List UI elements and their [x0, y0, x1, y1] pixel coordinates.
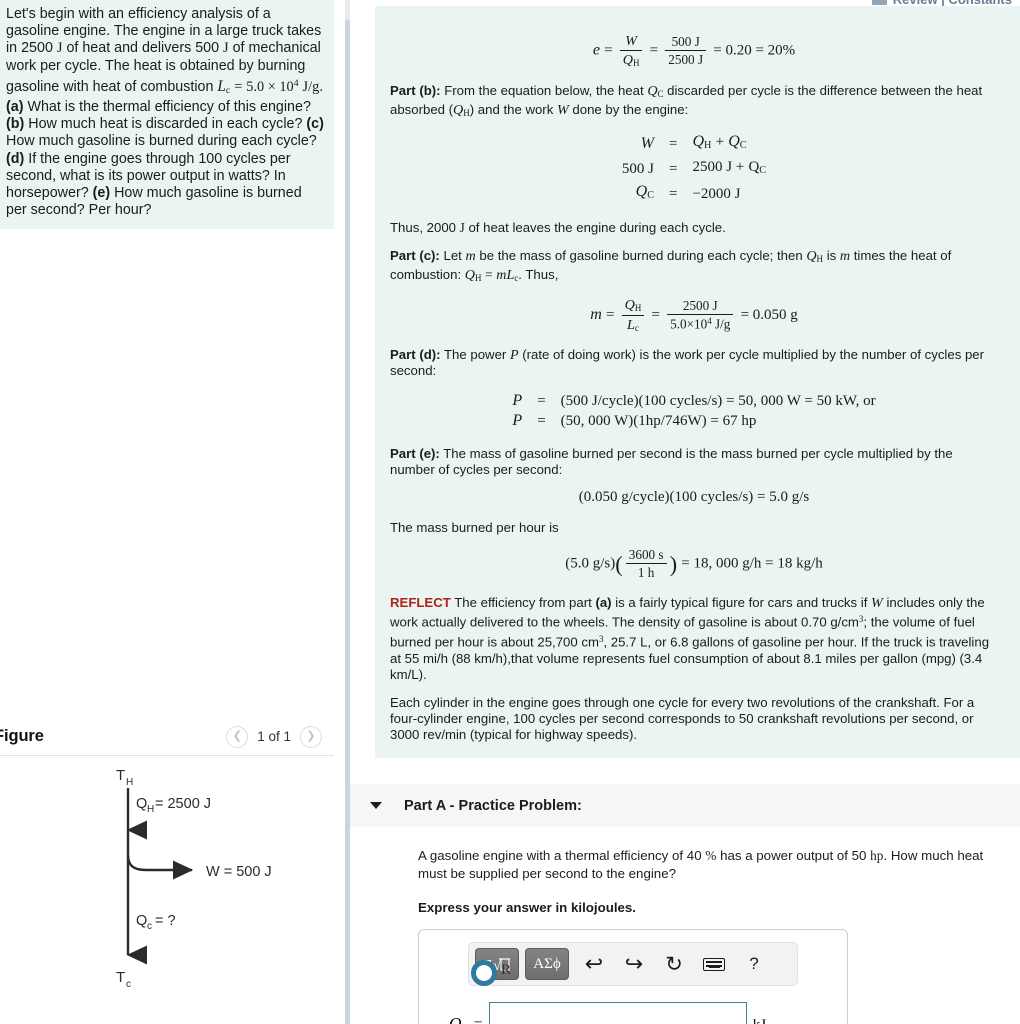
answer-input[interactable] — [488, 1002, 747, 1024]
answer-variable-label: QH = — [449, 1013, 483, 1024]
label-work: W = 500 J — [206, 864, 272, 880]
thus-paragraph: Thus, 2000 J of heat leaves the engine d… — [390, 220, 726, 236]
equation-mass-per-hour: (5.0 g/s)(3600 s1 h) = 18, 000 g/h = 18 … — [565, 547, 823, 581]
label-qc: Q — [136, 913, 147, 929]
problem-lead-text: Let's begin with an efficiency analysis … — [6, 6, 324, 96]
eq-row: 500 J = 2500 J + QC — [621, 158, 767, 178]
part-c-text-3: is — [823, 247, 840, 263]
reset-circular-arrow-icon[interactable]: ↻ — [655, 948, 693, 980]
equation-mass: m = QH Lc = 2500 J 5.0×104 J/g = 0.050 g — [590, 297, 798, 333]
eq-row: P = (50, 000 W)(1hp/746W) = 67 hp — [512, 412, 757, 430]
physics-problem-page: Let's begin with an efficiency analysis … — [0, 0, 1020, 1024]
part-c-text-1: Let — [439, 247, 466, 263]
part-c-text-2: be the mass of gasoline burned during ea… — [475, 247, 807, 263]
greek-symbols-button[interactable]: ΑΣϕ — [525, 948, 569, 980]
answer-input-row: QH = kJ — [419, 986, 847, 1024]
answer-unit-label: kJ — [753, 1017, 766, 1024]
label-qh: Q — [136, 796, 147, 812]
part-a-question: A gasoline engine with a thermal efficie… — [418, 848, 984, 881]
part-e-paragraph: Part (e): The mass of gasoline burned pe… — [390, 446, 998, 479]
eq-row: QC = −2000 J — [635, 182, 741, 202]
solution-panel: e = W QH = 500 J 2500 J = 0.20 = 20% Part … — [375, 6, 1020, 758]
part-a-title: Part A - Practice Problem: — [404, 797, 582, 814]
label-qh-sub: H — [147, 804, 154, 815]
label-qc-value: = ? — [155, 913, 176, 929]
clipped-top-text — [390, 16, 998, 24]
part-e-label: Part (e): — [390, 445, 440, 461]
reflect-keyword: REFLECT — [390, 594, 451, 610]
label-tc-sub: c — [126, 979, 131, 990]
part-d-paragraph: Part (d): The power P (rate of doing wor… — [390, 346, 985, 379]
redo-arrow-icon[interactable]: ↪ — [615, 948, 653, 980]
eq-row: P = (500 J/cycle)(100 cycles/s) = 50, 00… — [512, 391, 876, 409]
eq-e-expression: (0.050 g/cycle)(100 cycles/s) = 5.0 g/s — [578, 489, 810, 506]
part-b-text-1: From the equation below, the heat — [440, 82, 648, 98]
help-icon[interactable]: ? — [735, 948, 773, 980]
reflect-part-a-tag: (a) — [595, 594, 612, 610]
label-th-sub: H — [126, 777, 133, 788]
equation-efficiency: e = W QH = 500 J 2500 J = 0.20 = 20% — [592, 33, 796, 69]
figure-diagram: T H Q H = 2500 J W = 500 J Q c = ? T c — [0, 760, 334, 1024]
reflect-paragraph: REFLECT The efficiency from part (a) is … — [390, 594, 990, 683]
chevron-right-icon[interactable]: ❯ — [300, 725, 322, 748]
math-toolbar: √ ΑΣϕ ↩ ↪ ↻ ? — [468, 942, 798, 986]
part-b-text-3: ) and the work — [469, 101, 557, 117]
caret-down-icon[interactable] — [370, 802, 382, 809]
mass-per-hour-paragraph: The mass burned per hour is — [390, 519, 559, 535]
figure-header: Figure ❮ 1 of 1 ❯ — [0, 718, 334, 756]
figure-title: Figure — [0, 727, 44, 745]
review-icon — [871, 0, 887, 5]
part-d-text-1: The power — [440, 346, 510, 362]
part-e-text: The mass of gasoline burned per second i… — [390, 445, 953, 477]
submit-badge-icon[interactable] — [471, 960, 497, 986]
figure-page-count: 1 of 1 — [257, 729, 291, 744]
part-a-instruction: Express your answer in kilojoules. — [418, 900, 637, 915]
problem-statement: Let's begin with an efficiency analysis … — [0, 0, 334, 230]
part-c-tag: (c) — [306, 116, 324, 133]
equation-group-qc: W = QH + QC 500 J = 2500 J + QC QC = −20… — [390, 132, 998, 206]
part-a-section: Part A - Practice Problem: A gasoline en… — [350, 783, 1020, 1024]
part-a-tag: (a) — [6, 99, 24, 115]
reflect-text-b: is a fairly typical figure for cars and … — [611, 594, 872, 610]
right-panel: Review | Constants e = WQH = 500 J2500 J… — [350, 0, 1020, 1024]
undo-arrow-icon[interactable]: ↩ — [575, 948, 613, 980]
part-b-tag: (b) — [6, 116, 25, 133]
part-a-body: A gasoline engine with a thermal efficie… — [350, 827, 1020, 1024]
equation-group-power: P = (500 J/cycle)(100 cycles/s) = 50, 00… — [390, 391, 998, 432]
eq-row: W = QH + QC — [640, 133, 747, 153]
equation-mass-per-second: (0.050 g/cycle)(100 cycles/s) = 5.0 g/s — [390, 489, 998, 505]
part-b-paragraph: Part (b): From the equation below, the h… — [390, 82, 983, 118]
label-tc: T — [116, 969, 125, 986]
part-e-tag: (e) — [92, 185, 111, 202]
left-panel: Let's begin with an efficiency analysis … — [0, 0, 345, 1024]
crankshaft-paragraph: Each cylinder in the engine goes through… — [390, 694, 975, 743]
answer-entry-box: √ ΑΣϕ ↩ ↪ ↻ ? QH = — [418, 929, 848, 1024]
reflect-text-a: The efficiency from part — [450, 594, 596, 610]
chevron-left-icon[interactable]: ❮ — [226, 725, 249, 748]
label-th: T — [116, 767, 125, 784]
keyboard-icon[interactable] — [695, 948, 733, 980]
part-c-paragraph: Part (c): Let m be the mass of gasoline … — [390, 247, 952, 283]
part-a-header[interactable]: Part A - Practice Problem: — [350, 783, 1020, 827]
figure-pager: ❮ 1 of 1 ❯ — [226, 725, 322, 748]
part-c-text-5: . Thus, — [518, 266, 559, 282]
part-b-text-4: done by the engine: — [568, 101, 689, 117]
heat-engine-diagram-svg: T H Q H = 2500 J W = 500 J Q c = ? T c — [116, 767, 272, 990]
part-d-tag: (d) — [6, 150, 25, 167]
label-qh-value: = 2500 J — [155, 796, 211, 812]
part-c-label: Part (c): — [390, 247, 440, 263]
label-qc-sub: c — [147, 921, 152, 932]
part-b-label: Part (b): — [390, 82, 441, 98]
part-d-label: Part (d): — [390, 346, 441, 362]
submit-badge-label: R — [501, 962, 512, 978]
